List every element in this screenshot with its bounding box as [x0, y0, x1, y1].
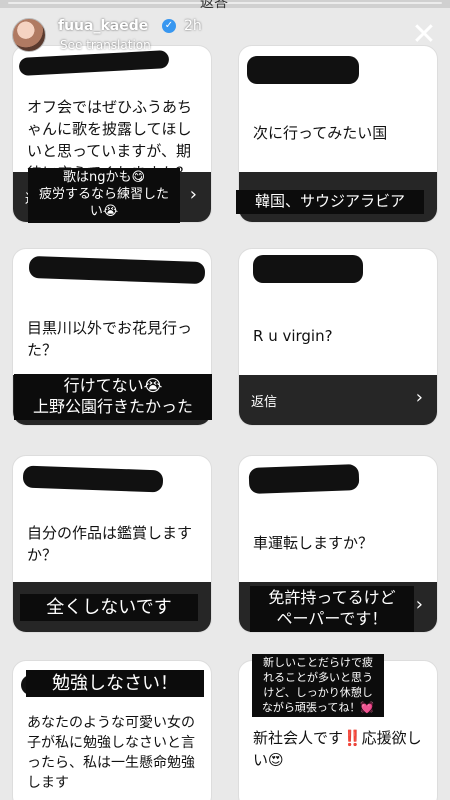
redaction-mark — [22, 465, 164, 493]
story-view: 返答 オフ会ではぜひふうあちゃんに歌を披露してほしいと思っていますが、期待に応え… — [0, 0, 450, 800]
question-text: 車運転しますか？ — [253, 534, 374, 552]
story-header: fuua_kaede ✓ 2h See translation — [12, 16, 438, 56]
redaction-mark — [28, 255, 206, 285]
reply-overlay-3: 行けてない😭 上野公園行きたかった — [14, 374, 212, 420]
reply-overlay-8: 新しいことだらけで疲れることが多いと思うけど、しっかり休憩しながら頑張ってね！💓 — [252, 654, 384, 718]
story-top-title: 返答 — [200, 0, 228, 11]
redaction-mark — [253, 255, 363, 283]
question-card-4[interactable]: R u virgin? 返信 › — [238, 248, 438, 426]
reply-overlay-6: 免許持ってるけど ペーパーです！ — [250, 586, 414, 632]
chevron-right-icon: › — [415, 594, 423, 615]
reply-footer[interactable]: 返信 › — [239, 375, 437, 425]
see-translation-link[interactable]: See translation — [60, 38, 151, 52]
chevron-right-icon: › — [189, 184, 197, 205]
avatar[interactable] — [12, 18, 46, 52]
question-text: 次に行ってみたい国 — [253, 124, 388, 142]
redaction-mark — [248, 464, 360, 494]
question-text: 新社会人です‼️応援欲しい😍 — [253, 729, 422, 769]
reply-label: 返信 — [251, 395, 278, 410]
redaction-mark — [247, 56, 359, 84]
reply-overlay-5: 全くしないです — [20, 594, 198, 622]
reply-overlay-7: 勉強しなさい！ — [26, 670, 204, 698]
question-text: 自分の作品は鑑賞しますか？ — [27, 524, 193, 564]
story-timestamp: 2h — [184, 18, 202, 34]
reply-overlay-1: 歌はngかも😋 疲労するなら練習したい😭 — [28, 168, 180, 223]
question-text: 目黒川以外でお花見行った？ — [27, 319, 193, 359]
verified-badge-icon: ✓ — [162, 19, 176, 33]
chevron-right-icon: › — [415, 387, 423, 408]
reply-overlay-2: 韓国、サウジアラビア — [236, 190, 424, 214]
question-text: あなたのような可愛い女の子が私に勉強しなさいと言ったら、私は一生懸命勉強します — [27, 715, 195, 791]
close-icon[interactable]: ✕ — [410, 20, 438, 50]
username[interactable]: fuua_kaede — [58, 18, 148, 34]
question-text: R u virgin? — [253, 327, 333, 345]
